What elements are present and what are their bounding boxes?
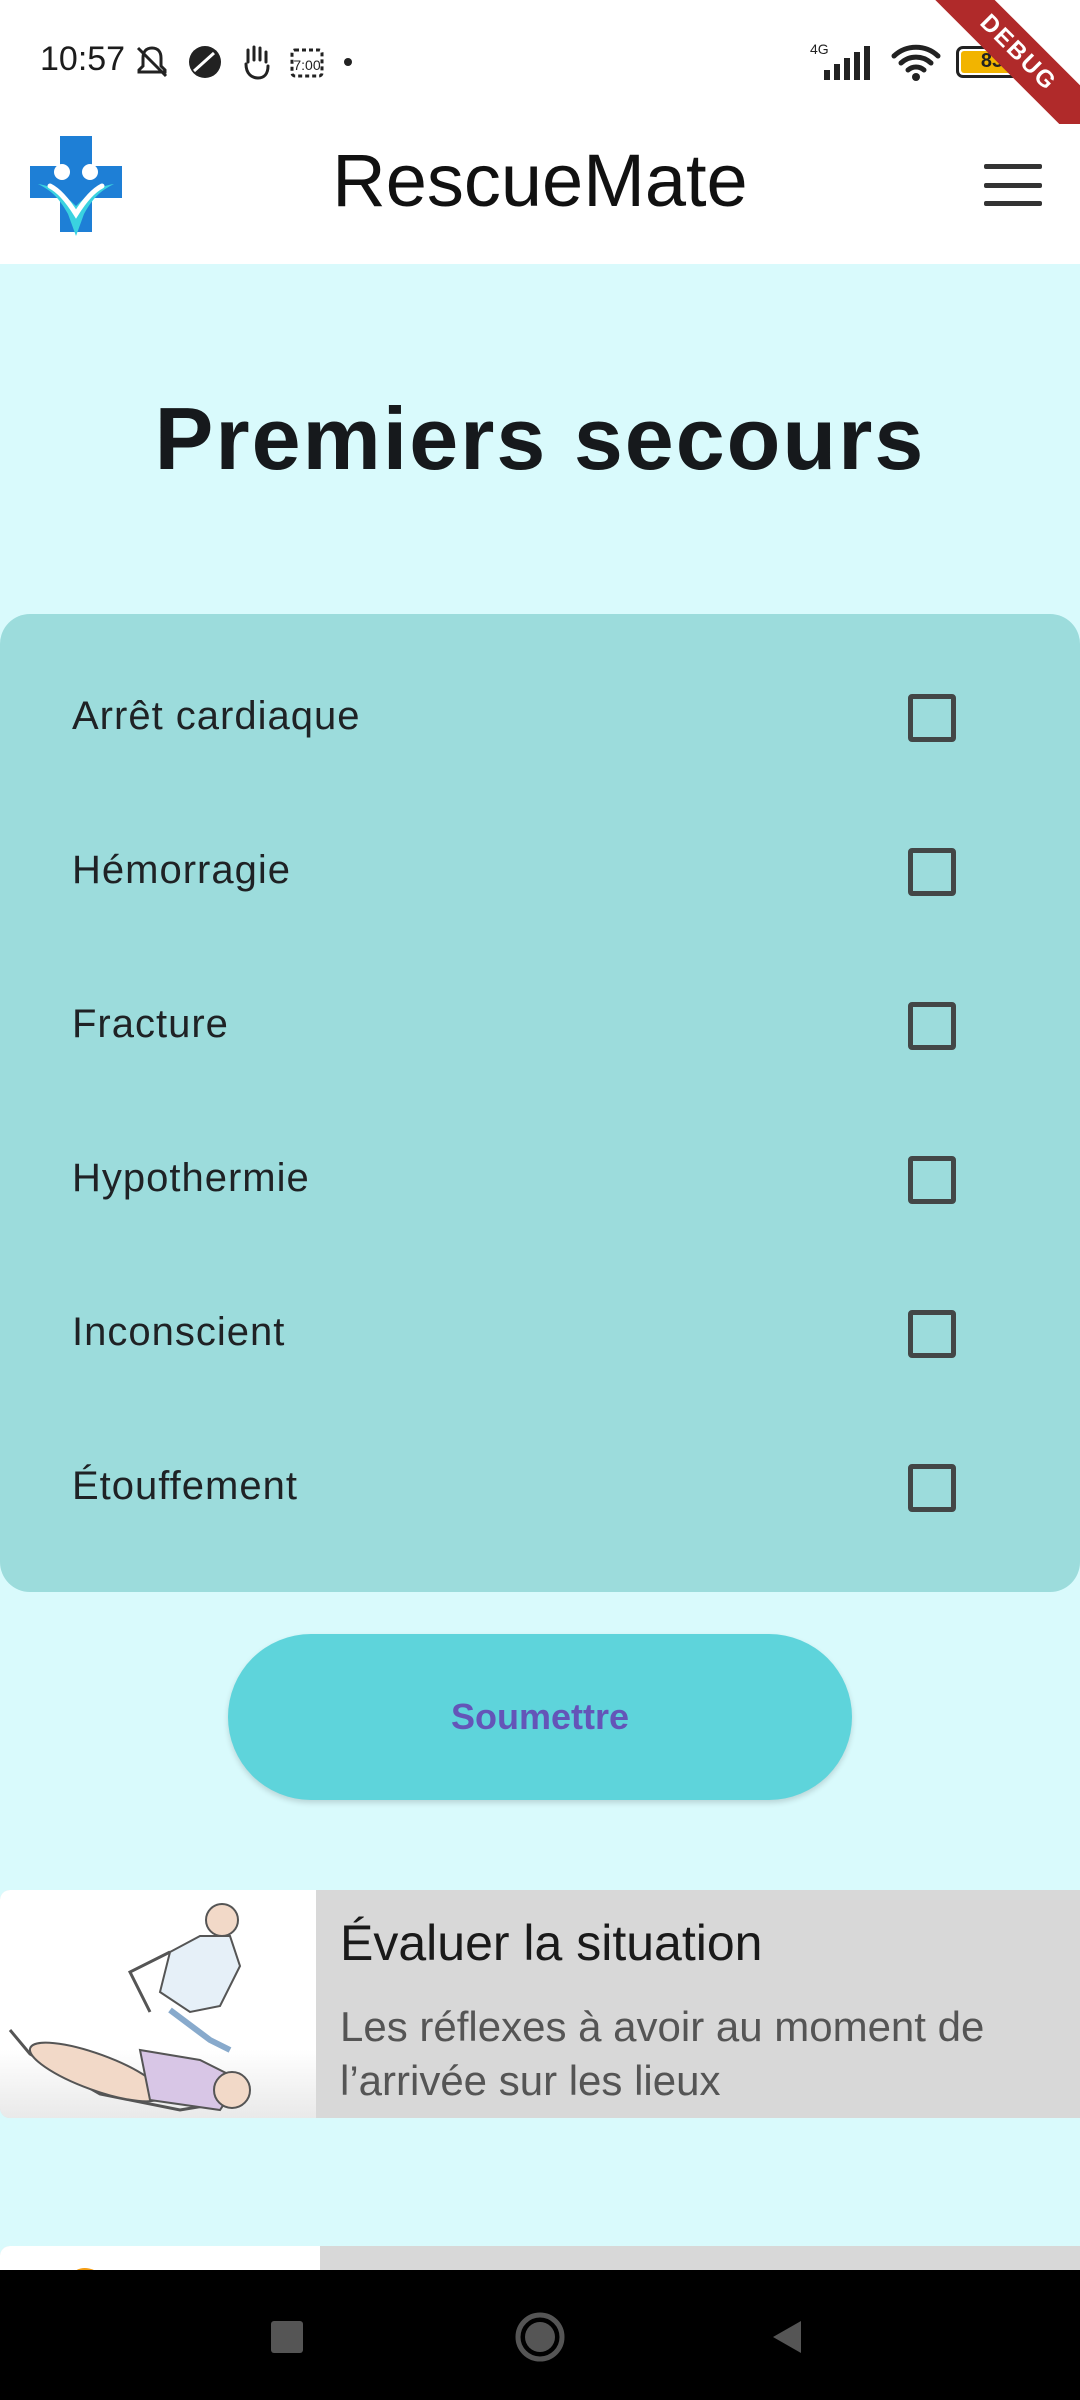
hamburger-menu-icon[interactable] [984, 164, 1042, 206]
svg-text:4G: 4G [810, 41, 829, 57]
mute-bell-icon [136, 46, 168, 78]
wifi-icon [891, 44, 941, 81]
checklist-label: Inconscient [72, 1310, 286, 1354]
dot-icon [344, 58, 352, 66]
system-nav-bar [0, 2270, 1080, 2400]
checkbox[interactable] [908, 1464, 956, 1512]
hand-icon [244, 45, 270, 80]
back-button[interactable] [752, 2302, 822, 2372]
recents-button[interactable] [252, 2302, 322, 2372]
checkbox[interactable] [908, 1156, 956, 1204]
checklist-item-etouffement[interactable]: Étouffement [0, 1436, 1080, 1536]
dnd-circle-icon [189, 46, 221, 78]
info-card-description: Les réflexes à avoir au moment de l’arri… [340, 2003, 985, 2104]
square-icon [271, 2321, 303, 2353]
checklist-item-fracture[interactable]: Fracture [0, 974, 1080, 1074]
alarm-clock-icon: 7:00 [290, 48, 324, 78]
home-button[interactable] [505, 2302, 575, 2372]
menu-line [984, 164, 1042, 169]
checklist-label: Hypothermie [72, 1156, 310, 1200]
checklist-label: Hémorragie [72, 848, 291, 892]
checklist-item-arret-cardiaque[interactable]: Arrêt cardiaque [0, 666, 1080, 766]
signal-icon: 4G [810, 41, 870, 80]
checkbox[interactable] [908, 694, 956, 742]
back-triangle-icon [773, 2321, 801, 2353]
app-bar: RescueMate [0, 124, 1080, 264]
page-title: Premiers secours [154, 389, 926, 488]
info-card-evaluer-situation[interactable]: Évaluer la situation Les réflexes à avoi… [0, 1890, 1080, 2118]
svg-text:7:00: 7:00 [293, 57, 320, 73]
menu-line [984, 201, 1042, 206]
checklist-item-inconscient[interactable]: Inconscient [0, 1282, 1080, 1382]
menu-line [984, 182, 1042, 188]
info-card-title: Évaluer la situation [340, 1915, 763, 1971]
submit-button[interactable]: Soumettre [228, 1634, 852, 1800]
checklist-item-hemorragie[interactable]: Hémorragie [0, 820, 1080, 920]
first-aid-illustration-icon [0, 1890, 316, 2118]
status-time: 10:57 [40, 40, 126, 78]
status-notification-icons: 7:00 [132, 40, 356, 84]
checkbox[interactable] [908, 1002, 956, 1050]
checklist-item-hypothermie[interactable]: Hypothermie [0, 1128, 1080, 1228]
checkbox[interactable] [908, 848, 956, 896]
home-circle-icon [515, 2312, 565, 2362]
checklist-label: Étouffement [72, 1464, 298, 1508]
checklist-label: Arrêt cardiaque [72, 694, 361, 738]
app-title: RescueMate [332, 139, 748, 222]
checklist-label: Fracture [72, 1002, 229, 1046]
symptom-checklist: Arrêt cardiaque Hémorragie Fracture Hypo… [0, 614, 1080, 1592]
checkbox[interactable] [908, 1310, 956, 1358]
submit-label: Soumettre [450, 1696, 630, 1737]
status-bar: 10:57 7:00 4G 83 DEBUG [0, 0, 1080, 153]
